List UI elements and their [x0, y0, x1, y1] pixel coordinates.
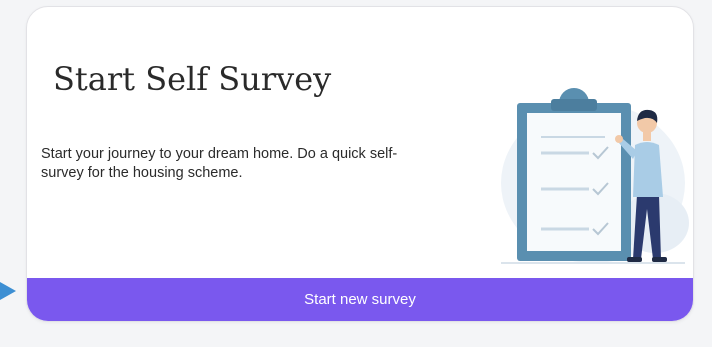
self-survey-card: Start Self Survey Start your journey to … — [26, 6, 694, 322]
card-description: Start your journey to your dream home. D… — [41, 146, 398, 181]
screen: Start Self Survey Start your journey to … — [0, 0, 712, 347]
survey-checklist-illustration-icon — [501, 88, 689, 264]
card-title: Start Self Survey — [53, 60, 332, 98]
start-new-survey-button[interactable]: Start new survey — [27, 278, 693, 321]
pointer-arrow-icon — [0, 282, 16, 300]
